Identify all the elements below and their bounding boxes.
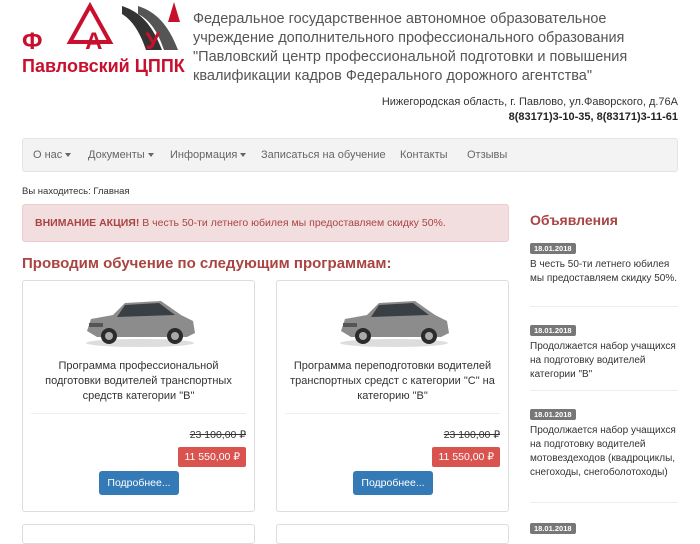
card-divider — [285, 413, 500, 414]
program-title[interactable]: Программа профессиональной подготовки во… — [31, 359, 246, 404]
announcement-date: 18.01.2018 — [530, 243, 576, 254]
announcement-date: 18.01.2018 — [530, 523, 576, 534]
announcement-text: Продолжается набор учащихся на подготовк… — [530, 425, 676, 478]
announcement-item[interactable]: 18.01.2018 В честь 50-ти летнего юбилея … — [530, 238, 680, 286]
caret-down-icon — [240, 153, 247, 158]
announcement-divider — [530, 390, 678, 391]
announcement-divider — [530, 306, 678, 307]
program-card-partial — [276, 524, 509, 544]
announcement-date: 18.01.2018 — [530, 409, 576, 420]
announcement-date: 18.01.2018 — [530, 325, 576, 336]
caret-down-icon — [147, 153, 154, 158]
nav-item-label: Отзывы — [467, 149, 508, 161]
old-price: 23 100,00 ₽ — [189, 429, 246, 441]
logo-name: Павловский ЦППК — [22, 56, 185, 76]
announcement-item[interactable]: 18.01.2018 Продолжается набор учащихся н… — [530, 404, 680, 480]
announcements-heading: Объявления — [530, 212, 618, 228]
card-divider — [31, 413, 246, 414]
nav-item-label: Документы — [88, 149, 145, 161]
announcement-text: Продолжается набор учащихся на подготовк… — [530, 341, 676, 380]
nav-item-label: Информация — [170, 149, 238, 161]
nav-item-information[interactable]: Информация — [170, 139, 247, 171]
nav-item-contacts[interactable]: Контакты — [400, 139, 448, 171]
program-card-partial — [22, 524, 255, 544]
nav-item-reviews[interactable]: Отзывы — [467, 139, 507, 171]
organization-title: Федеральное государственное автономное о… — [193, 11, 628, 84]
programs-heading: Проводим обучение по следующим программа… — [22, 255, 392, 272]
site-header: Ф А У Павловский ЦППК Федеральное госуда… — [0, 0, 700, 130]
nav-item-signup[interactable]: Записаться на обучение — [261, 139, 386, 171]
program-card: Программа профессиональной подготовки во… — [22, 280, 255, 512]
nav-item-about[interactable]: О нас — [33, 139, 72, 171]
site-logo[interactable]: Ф А У Павловский ЦППК — [22, 2, 190, 80]
price-badge: 11 550,00 ₽ — [178, 447, 246, 467]
address: Нижегородская область, г. Павлово, ул.Фа… — [381, 96, 678, 108]
program-card: Программа переподготовки водителей транс… — [276, 280, 509, 512]
car-image-icon — [86, 301, 195, 347]
alert-text: В честь 50-ти летнего юбилея мы предоста… — [139, 217, 446, 229]
alert-strong: ВНИМАНИЕ АКЦИЯ! — [35, 217, 140, 229]
caret-down-icon — [65, 153, 72, 158]
breadcrumb: Вы находитесь: Главная — [22, 186, 130, 197]
announcement-text: В честь 50-ти летнего юбилея мы предоста… — [530, 259, 677, 284]
nav-item-label: О нас — [33, 149, 63, 161]
details-button[interactable]: Подробнее... — [99, 471, 179, 495]
main-navbar: О нас Документы Информация Записаться на… — [22, 138, 678, 172]
announcement-divider — [530, 502, 678, 503]
nav-item-label: Контакты — [400, 149, 448, 161]
details-button[interactable]: Подробнее... — [353, 471, 433, 495]
announcement-item[interactable]: 18.01.2018 — [530, 518, 680, 536]
nav-item-documents[interactable]: Документы — [88, 139, 154, 171]
promo-alert: ВНИМАНИЕ АКЦИЯ! В честь 50-ти летнего юб… — [22, 204, 509, 242]
car-image-icon — [340, 301, 449, 347]
phone-numbers[interactable]: 8(83171)3-10-35, 8(83171)3-11-61 — [509, 111, 678, 123]
announcement-item[interactable]: 18.01.2018 Продолжается набор учащихся н… — [530, 320, 680, 382]
program-title[interactable]: Программа переподготовки водителей транс… — [285, 359, 500, 404]
nav-item-label: Записаться на обучение — [261, 149, 386, 161]
price-badge: 11 550,00 ₽ — [432, 447, 500, 467]
logo-fau-text: Ф А У — [22, 28, 179, 55]
old-price: 23 100,00 ₽ — [443, 429, 500, 441]
